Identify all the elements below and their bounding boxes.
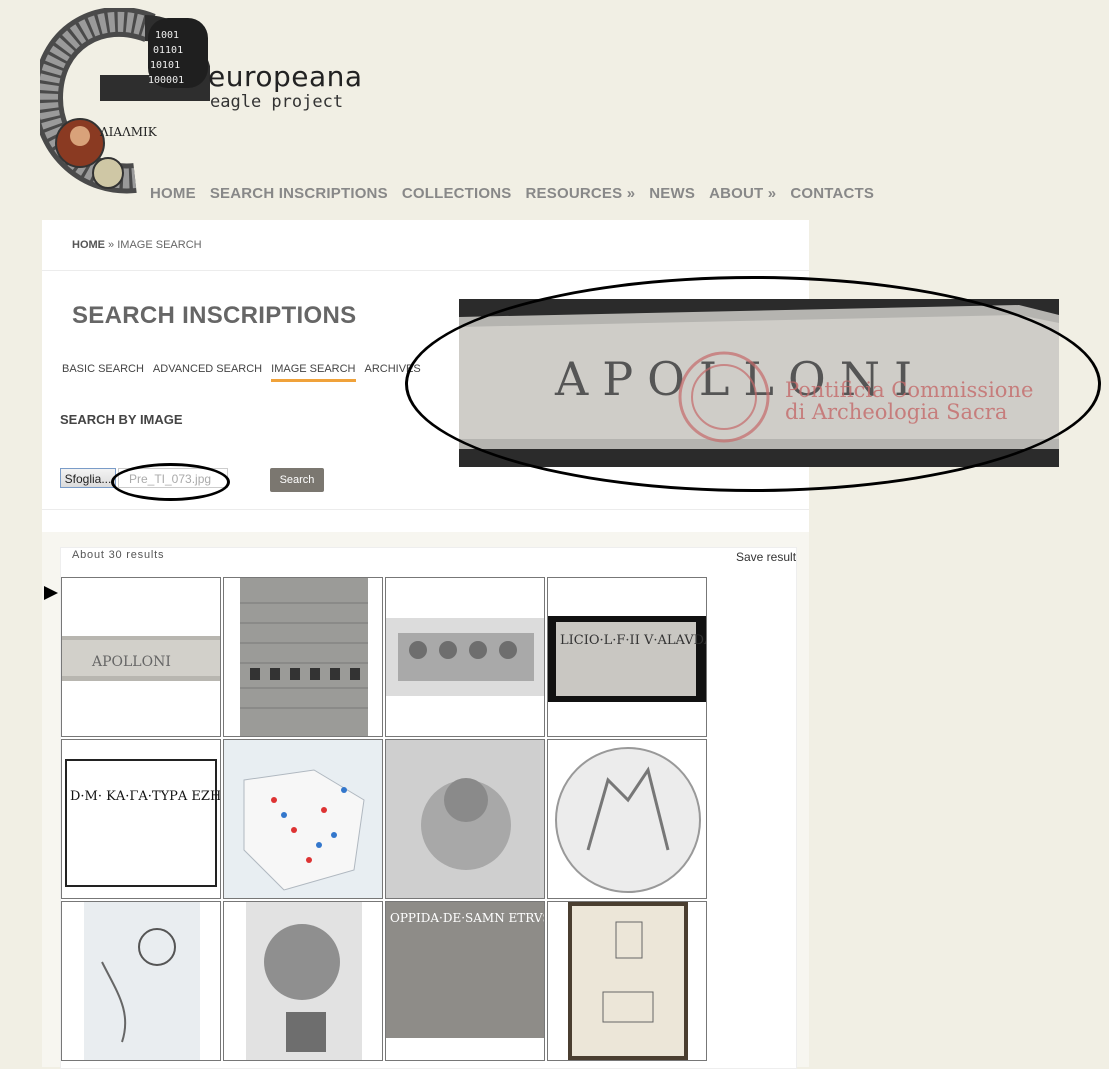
result-thumb-7[interactable] — [385, 739, 545, 899]
breadcrumb-home[interactable]: HOME — [72, 239, 105, 251]
nav-search-inscriptions[interactable]: SEARCH INSCRIPTIONS — [210, 185, 388, 202]
highlight-ellipse — [405, 276, 1101, 492]
nav-collections[interactable]: COLLECTIONS — [402, 185, 512, 202]
svg-text:1001: 1001 — [155, 30, 179, 41]
result-thumb-2[interactable] — [223, 577, 383, 737]
thumb-11-inscription: OPPIDA·DE·SAMN ETRVSCORVM·EXERC CVM·PYRR… — [390, 911, 544, 925]
results-count: About 30 results — [72, 549, 165, 561]
result-thumb-3[interactable] — [385, 577, 545, 737]
nav-resources[interactable]: RESOURCES » — [526, 185, 636, 202]
thumb-1-inscription: APOLLONI — [91, 654, 171, 670]
section-title: SEARCH BY IMAGE — [60, 412, 183, 427]
search-button[interactable]: Search — [270, 468, 324, 492]
brand-subtitle: eagle project — [210, 92, 344, 112]
selection-arrow-icon — [44, 586, 58, 600]
result-thumb-1[interactable]: APOLLONI — [61, 577, 221, 737]
thumb-4-inscription: LICIO·L·F·II V·ALAVDAE·X — [560, 633, 706, 648]
divider — [42, 270, 809, 271]
save-result-link[interactable]: Save result — [736, 550, 796, 564]
europeana-eagle-logo[interactable]: 1001 01101 10101 100001 ΛΙΑΛΜΙΚ — [32, 6, 214, 198]
results-grid: APOLLONI LICIO·L·F·II V·ALAVDAE·X D·M· Κ… — [61, 577, 709, 1063]
page-title: SEARCH INSCRIPTIONS — [72, 302, 357, 329]
highlight-ellipse-filename — [111, 463, 230, 501]
tab-advanced-search[interactable]: ADVANCED SEARCH — [153, 363, 262, 382]
brand: europeana eagle project — [208, 60, 363, 113]
nav-about[interactable]: ABOUT » — [709, 185, 776, 202]
result-thumb-8[interactable] — [547, 739, 707, 899]
breadcrumb-separator: » — [105, 239, 118, 251]
breadcrumb: HOME » IMAGE SEARCH — [72, 239, 202, 251]
result-thumb-4[interactable]: LICIO·L·F·II V·ALAVDAE·X — [547, 577, 707, 737]
result-thumb-9[interactable] — [61, 901, 221, 1061]
result-thumb-6[interactable] — [223, 739, 383, 899]
svg-text:ΛΙΑΛΜΙΚ: ΛΙΑΛΜΙΚ — [99, 125, 158, 139]
divider — [42, 509, 809, 510]
brand-name: europeana — [208, 60, 363, 93]
result-thumb-5[interactable]: D·M· ΚΑ·ΓΑ·ΤΥΡΑ ΕΖΗΓΕΝΕΗ ΝΕ·Μ·Ε·ΗΜΙΖ — [61, 739, 221, 899]
svg-text:100001: 100001 — [148, 75, 184, 86]
tab-basic-search[interactable]: BASIC SEARCH — [62, 363, 144, 382]
main-nav: HOME SEARCH INSCRIPTIONS COLLECTIONS RES… — [150, 185, 888, 202]
thumb-5-inscription: D·M· ΚΑ·ΓΑ·ΤΥΡΑ ΕΖΗΓΕΝΕΗ ΝΕ·Μ·Ε·ΗΜΙΖ — [70, 789, 220, 804]
nav-contacts[interactable]: CONTACTS — [790, 185, 874, 202]
nav-home[interactable]: HOME — [150, 185, 196, 202]
svg-text:10101: 10101 — [150, 60, 180, 71]
search-tabs: BASIC SEARCH ADVANCED SEARCH IMAGE SEARC… — [62, 363, 430, 382]
nav-news[interactable]: NEWS — [649, 185, 695, 202]
result-thumb-10[interactable] — [223, 901, 383, 1061]
svg-text:01101: 01101 — [153, 45, 183, 56]
result-thumb-12[interactable] — [547, 901, 707, 1061]
tab-image-search[interactable]: IMAGE SEARCH — [271, 363, 356, 382]
breadcrumb-current: IMAGE SEARCH — [117, 239, 202, 251]
browse-button[interactable]: Sfoglia... — [60, 468, 116, 488]
result-thumb-11[interactable]: OPPIDA·DE·SAMN ETRVSCORVM·EXERC CVM·PYRR… — [385, 901, 545, 1061]
